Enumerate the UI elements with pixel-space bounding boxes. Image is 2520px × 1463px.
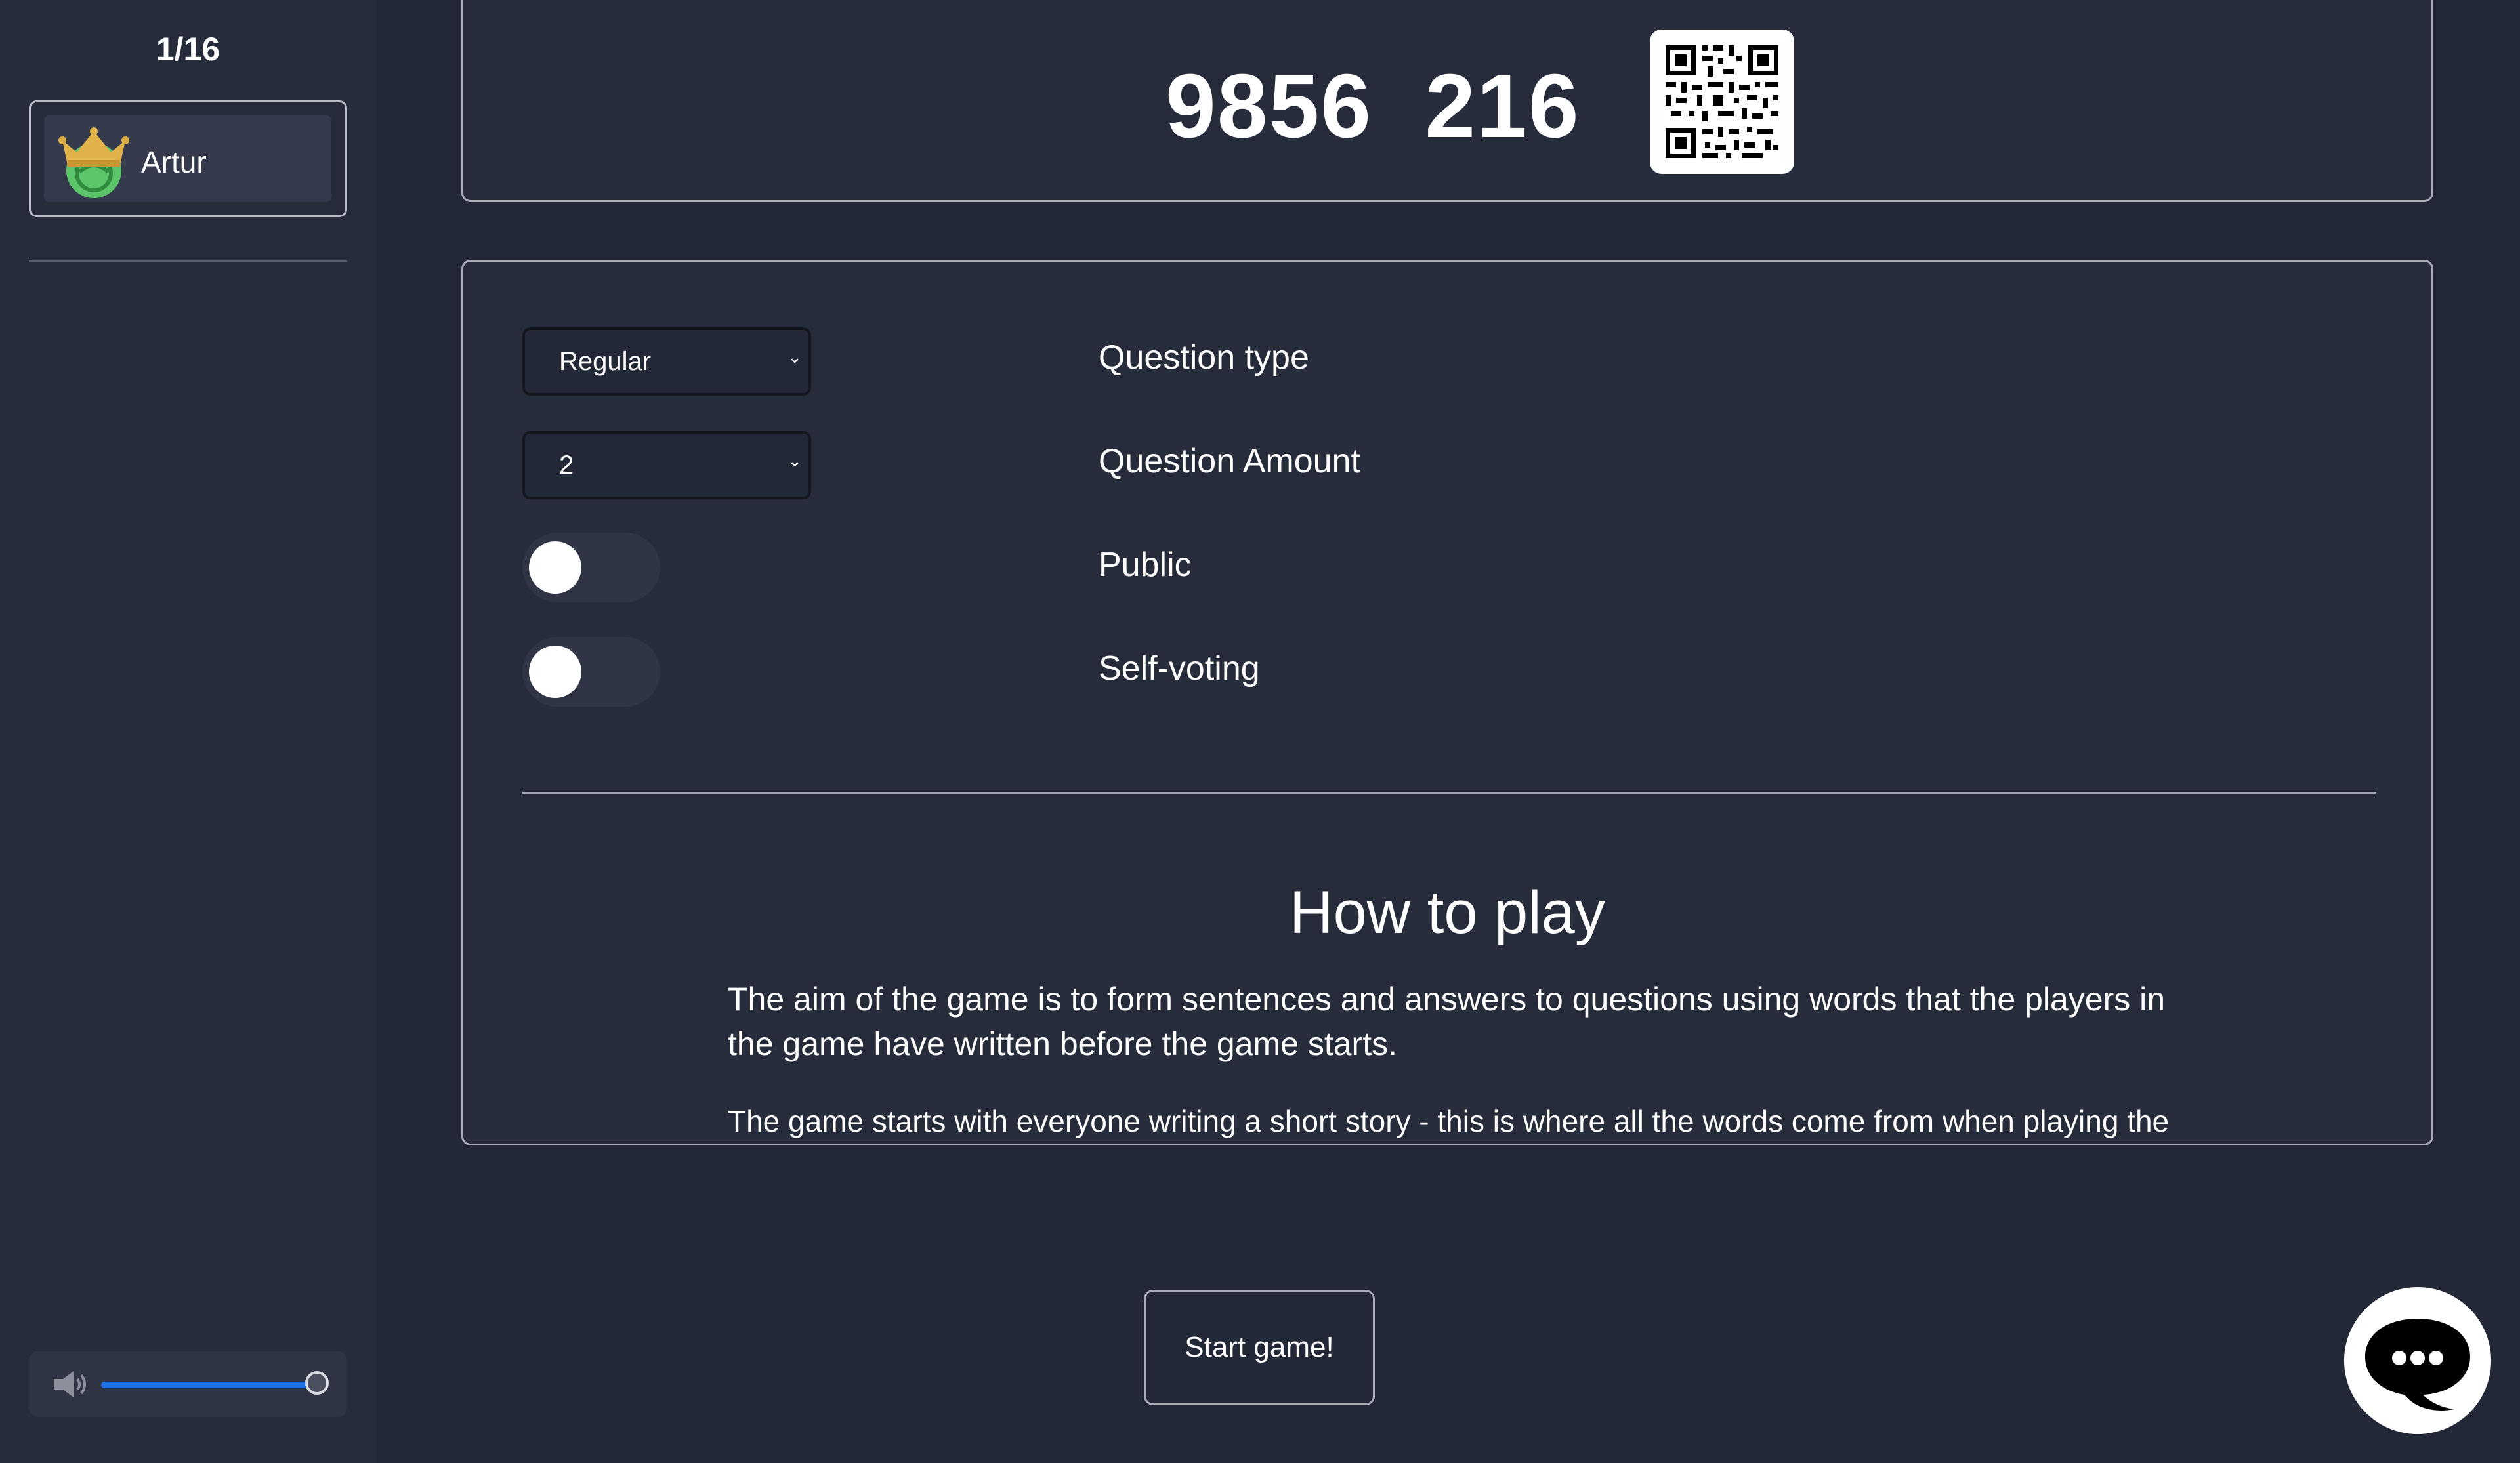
toggle-knob xyxy=(529,541,581,594)
game-code: 9856 216 xyxy=(1166,56,1580,157)
game-code-panel: 9856 216 xyxy=(461,0,2433,202)
volume-control xyxy=(29,1351,347,1417)
question-type-select[interactable]: Regular ⌄ xyxy=(522,327,811,396)
toggle-knob xyxy=(529,646,581,698)
qr-code[interactable] xyxy=(1650,30,1794,174)
settings-panel: Regular ⌄ Question type 2 ⌄ Question Amo… xyxy=(461,260,2433,1145)
public-toggle[interactable] xyxy=(522,533,660,602)
public-label: Public xyxy=(1099,546,1192,584)
question-amount-label: Question Amount xyxy=(1099,442,1360,480)
speaker-icon[interactable] xyxy=(52,1369,92,1400)
player-name: Artur xyxy=(141,145,207,179)
chevron-down-icon: ⌄ xyxy=(788,347,802,367)
volume-slider-track[interactable] xyxy=(101,1382,319,1388)
question-type-value: Regular xyxy=(559,347,652,376)
question-amount-select[interactable]: 2 ⌄ xyxy=(522,431,811,499)
how-to-play-paragraph: The aim of the game is to form sentences… xyxy=(728,981,2166,1062)
sidebar: 1/16 Artur xyxy=(0,0,376,1463)
qr-code-icon xyxy=(1666,45,1778,158)
chat-bubble-icon xyxy=(2365,1319,2470,1411)
how-to-play-title: How to play xyxy=(1290,879,1605,946)
player-count: 1/16 xyxy=(156,31,220,68)
player-card[interactable]: Artur xyxy=(29,100,347,217)
how-to-play-paragraph: The game starts with everyone writing a … xyxy=(728,1104,2170,1138)
settings-divider xyxy=(522,792,2376,794)
question-type-label: Question type xyxy=(1099,339,1309,377)
volume-slider-handle[interactable] xyxy=(305,1371,329,1395)
question-amount-value: 2 xyxy=(559,451,574,480)
player-list-item[interactable]: Artur xyxy=(44,115,331,202)
self-voting-label: Self-voting xyxy=(1099,649,1260,688)
start-game-button[interactable]: Start game! xyxy=(1144,1290,1375,1405)
chat-button[interactable] xyxy=(2344,1287,2491,1434)
sidebar-divider xyxy=(29,260,347,262)
chevron-down-icon: ⌄ xyxy=(788,451,802,470)
host-crown-avatar-icon xyxy=(58,127,129,198)
self-voting-toggle[interactable] xyxy=(522,637,660,707)
